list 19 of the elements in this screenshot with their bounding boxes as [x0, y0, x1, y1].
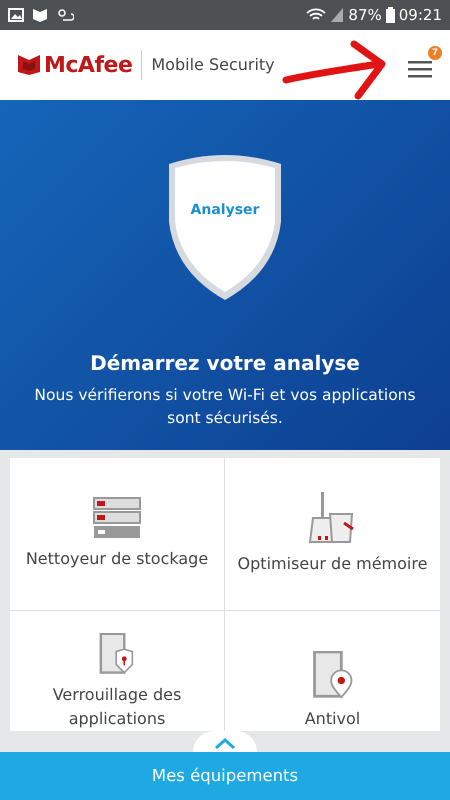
gallery-icon [8, 8, 24, 22]
product-name: Mobile Security [141, 50, 275, 80]
chevron-up-icon [214, 738, 236, 750]
shield-icon [32, 7, 48, 23]
expand-button[interactable] [193, 731, 257, 752]
signal-icon [330, 7, 344, 23]
notification-badge: 7 [428, 46, 442, 60]
battery-percent: 87% [348, 4, 382, 26]
storage-icon [93, 497, 141, 539]
clock: 09:21 [398, 4, 442, 26]
weather-icon [56, 7, 74, 23]
battery-icon [386, 7, 395, 23]
feature-tile[interactable]: Nettoyeur de stockage [10, 458, 225, 611]
logo-icon [18, 55, 40, 75]
hero-title: Démarrez votre analyse [90, 350, 360, 377]
brand-name: McAfee [44, 52, 132, 80]
phone-location-icon [312, 651, 354, 699]
hero-subtitle: Nous vérifierons si votre Wi-Fi et vos applications sont sécurisés. [33, 385, 417, 429]
menu-icon [408, 58, 432, 79]
